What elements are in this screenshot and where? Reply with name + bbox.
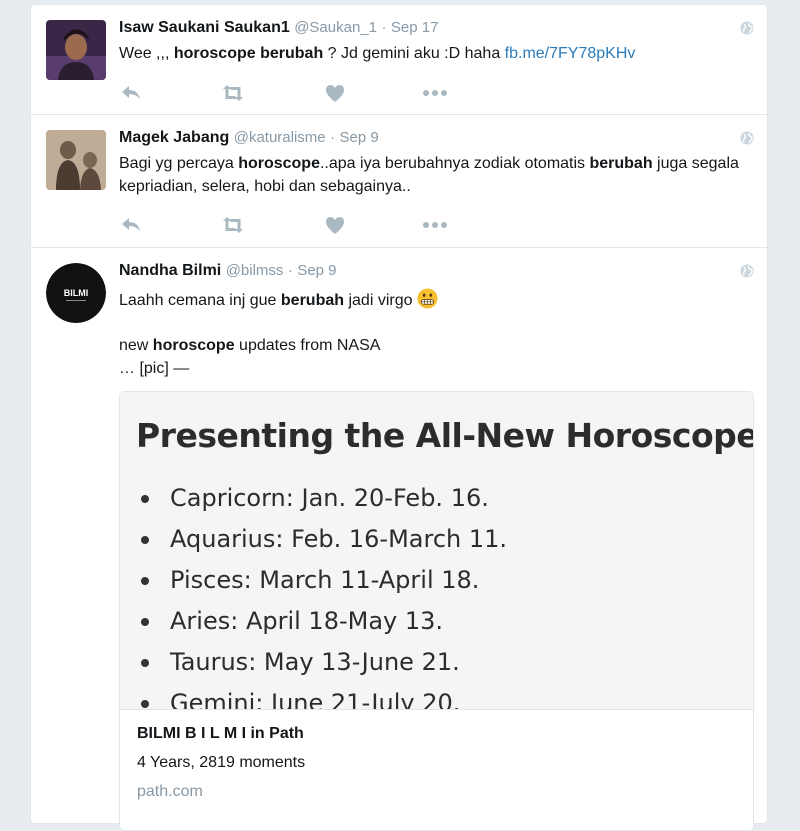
user-name[interactable]: Magek Jabang	[119, 129, 229, 146]
list-item: Pisces: March 11-April 18.	[136, 560, 507, 601]
reply-icon[interactable]	[119, 215, 143, 235]
heart-icon[interactable]	[323, 215, 347, 235]
globe-icon	[740, 21, 754, 35]
tweet-link[interactable]: fb.me/7FY78pKHv	[505, 45, 636, 62]
highlight-term: horoscope	[173, 45, 256, 62]
user-handle[interactable]: @bilmss	[226, 262, 284, 279]
text-run: Wee ,,,	[119, 45, 174, 62]
user-handle[interactable]: @Saukan_1	[294, 19, 377, 36]
user-name[interactable]: Isaw Saukani Saukan1	[119, 19, 290, 36]
more-icon[interactable]	[421, 83, 449, 103]
highlight-term: horoscope	[152, 337, 235, 354]
tweet-header: Nandha Bilmi @bilmss · Sep 9	[119, 261, 337, 281]
tweet-text: Bagi yg percaya horoscope..apa iya berub…	[119, 152, 747, 198]
tweet-date[interactable]: Sep 17	[391, 19, 439, 36]
user-handle[interactable]: @katuralisme	[234, 129, 326, 146]
avatar[interactable]	[46, 130, 106, 190]
heart-icon[interactable]	[323, 83, 347, 103]
tweet-header: Isaw Saukani Saukan1 @Saukan_1 · Sep 17	[119, 18, 438, 38]
text-run: Bagi yg percaya	[119, 155, 239, 172]
tweet[interactable]: BILMI Nandha Bilmi @bilmss · Sep 9 Laahh…	[31, 248, 767, 831]
list-item: Aries: April 18-May 13.	[136, 601, 507, 642]
card-title[interactable]: BILMI B I L M I in Path	[137, 725, 304, 743]
tweet[interactable]: Magek Jabang @katuralisme · Sep 9 Bagi y…	[31, 115, 767, 248]
tweet-date[interactable]: Sep 9	[340, 129, 379, 146]
timeline: Isaw Saukani Saukan1 @Saukan_1 · Sep 17 …	[30, 4, 768, 831]
separator-dot: ·	[330, 129, 336, 146]
card-description: 4 Years, 2819 moments	[137, 754, 306, 771]
text-run: ? Jd gemini aku :D haha	[323, 45, 505, 62]
link-card[interactable]: Presenting the All-New Horoscopes Capric…	[119, 391, 754, 831]
card-body: BILMI B I L M I in Path 4 Years, 2819 mo…	[120, 709, 753, 830]
tweet-date[interactable]: Sep 9	[297, 262, 336, 279]
tweet-text: Wee ,,, horoscope berubah ? Jd gemini ak…	[119, 42, 747, 65]
text-line: Laahh cemana inj gue berubah jadi virgo	[119, 288, 747, 312]
globe-icon	[740, 131, 754, 145]
globe-icon	[740, 264, 754, 278]
avatar-logo-text: BILMI	[64, 288, 89, 298]
reply-icon[interactable]	[119, 83, 143, 103]
highlight-term: berubah	[260, 45, 324, 62]
tweet[interactable]: Isaw Saukani Saukan1 @Saukan_1 · Sep 17 …	[31, 5, 767, 115]
retweet-icon[interactable]	[220, 83, 246, 103]
card-image-list: Capricorn: Jan. 20-Feb. 16. Aquarius: Fe…	[136, 478, 507, 709]
card-domain[interactable]: path.com	[137, 783, 203, 801]
text-run: ..apa iya berubahnya zodiak otomatis	[319, 155, 590, 172]
more-icon[interactable]	[421, 215, 449, 235]
tweet-header: Magek Jabang @katuralisme · Sep 9	[119, 128, 379, 148]
highlight-term: berubah	[589, 155, 653, 172]
avatar[interactable]	[46, 20, 106, 80]
text-run: new	[119, 337, 153, 354]
list-item: Taurus: May 13-June 21.	[136, 642, 507, 683]
user-name[interactable]: Nandha Bilmi	[119, 262, 221, 279]
highlight-term: horoscope	[238, 155, 320, 172]
separator-dot: ·	[287, 262, 293, 279]
tweet-actions	[119, 215, 459, 235]
tweet-actions	[119, 83, 459, 103]
grimacing-face-icon	[417, 288, 438, 309]
list-item: Aquarius: Feb. 16-March 11.	[136, 519, 507, 560]
highlight-term: berubah	[280, 292, 345, 309]
text-line: … [pic] —	[119, 360, 190, 377]
separator-dot: ·	[381, 19, 387, 36]
text-run: Laahh cemana inj gue	[119, 292, 281, 309]
retweet-icon[interactable]	[220, 215, 246, 235]
card-image[interactable]: Presenting the All-New Horoscopes Capric…	[120, 392, 753, 709]
text-line: new horoscope updates from NASA	[119, 334, 747, 357]
text-run: jadi virgo	[344, 292, 417, 309]
card-image-title: Presenting the All-New Horoscopes	[136, 416, 753, 455]
tweet-text: Laahh cemana inj gue berubah jadi virgo …	[119, 288, 747, 380]
list-item: Capricorn: Jan. 20-Feb. 16.	[136, 478, 507, 519]
avatar[interactable]: BILMI	[46, 263, 106, 323]
list-item: Gemini: June 21-July 20.	[136, 683, 507, 709]
text-run: updates from NASA	[234, 337, 381, 354]
